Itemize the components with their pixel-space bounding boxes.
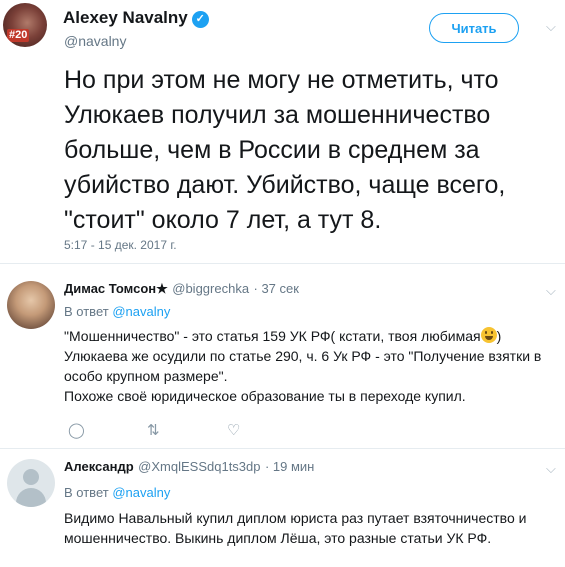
- chevron-down-icon[interactable]: ⌵: [546, 461, 556, 477]
- tweet-text: Но при этом не могу не отметить, что Улю…: [64, 66, 506, 234]
- default-avatar-head: [23, 469, 39, 485]
- smiley-emoji-icon: [480, 327, 497, 343]
- reply-text-part: "Мошенничество" - это статья 159 УК РФ( …: [64, 328, 481, 344]
- chevron-down-icon[interactable]: ⌵: [546, 19, 556, 35]
- reply-author-name[interactable]: Димас Томсон★: [64, 281, 168, 296]
- reply-to-prefix: В ответ: [64, 485, 109, 500]
- reply-author-name[interactable]: Александр: [64, 459, 134, 474]
- retweet-icon[interactable]: ⇅: [147, 421, 160, 439]
- reply-to-line: В ответ @navalny: [64, 304, 170, 319]
- reply-author-handle[interactable]: @XmqlESSdq1ts3dp: [138, 459, 260, 474]
- reply-text-line: Улюкаева же осудили по статье 290, ч. 6 …: [64, 348, 542, 384]
- reply-icon[interactable]: ◯: [68, 421, 85, 439]
- chevron-down-icon[interactable]: ⌵: [546, 283, 556, 299]
- reply-text: Видимо Навальный купил диплом юриста раз…: [64, 510, 527, 546]
- like-icon[interactable]: ♡: [227, 421, 240, 439]
- reply-author-handle[interactable]: @biggrechka: [172, 281, 249, 296]
- verified-badge-icon: ✓: [191, 11, 209, 28]
- divider: [0, 448, 565, 449]
- author-handle[interactable]: @navalny: [64, 33, 126, 49]
- reply-to-link[interactable]: @navalny: [112, 485, 170, 500]
- reply-avatar[interactable]: [7, 459, 55, 507]
- reply-to-line: В ответ @navalny: [64, 485, 170, 500]
- reply-avatar[interactable]: [7, 281, 55, 329]
- author-avatar[interactable]: #20: [3, 3, 47, 47]
- reply-to-link[interactable]: @navalny: [112, 304, 170, 319]
- reply-age[interactable]: · 37 сек: [254, 281, 299, 296]
- default-avatar-body: [16, 488, 46, 507]
- avatar-badge: #20: [7, 29, 30, 42]
- reply-text-part: ): [496, 328, 502, 344]
- divider: [0, 263, 565, 264]
- reply-header: Александр @XmqlESSdq1ts3dp · 19 мин: [64, 458, 314, 476]
- reply-to-prefix: В ответ: [64, 304, 109, 319]
- follow-button[interactable]: Читать: [429, 13, 519, 43]
- reply-text: "Мошенничество" - это статья 159 УК РФ( …: [64, 326, 559, 406]
- reply-header: Димас Томсон★ @biggrechka · 37 сек: [64, 280, 299, 298]
- author-name-text[interactable]: Alexey Navalny: [63, 8, 188, 27]
- author-name[interactable]: Alexey Navalny ✓: [63, 8, 209, 28]
- reply-age[interactable]: · 19 мин: [265, 459, 314, 474]
- tweet-timestamp[interactable]: 5:17 - 15 дек. 2017 г.: [64, 238, 177, 252]
- reply-text-line: "Мошенничество" - это статья 159 УК РФ( …: [64, 326, 559, 346]
- reply-text-line: Похоже своё юридическое образование ты в…: [64, 388, 466, 404]
